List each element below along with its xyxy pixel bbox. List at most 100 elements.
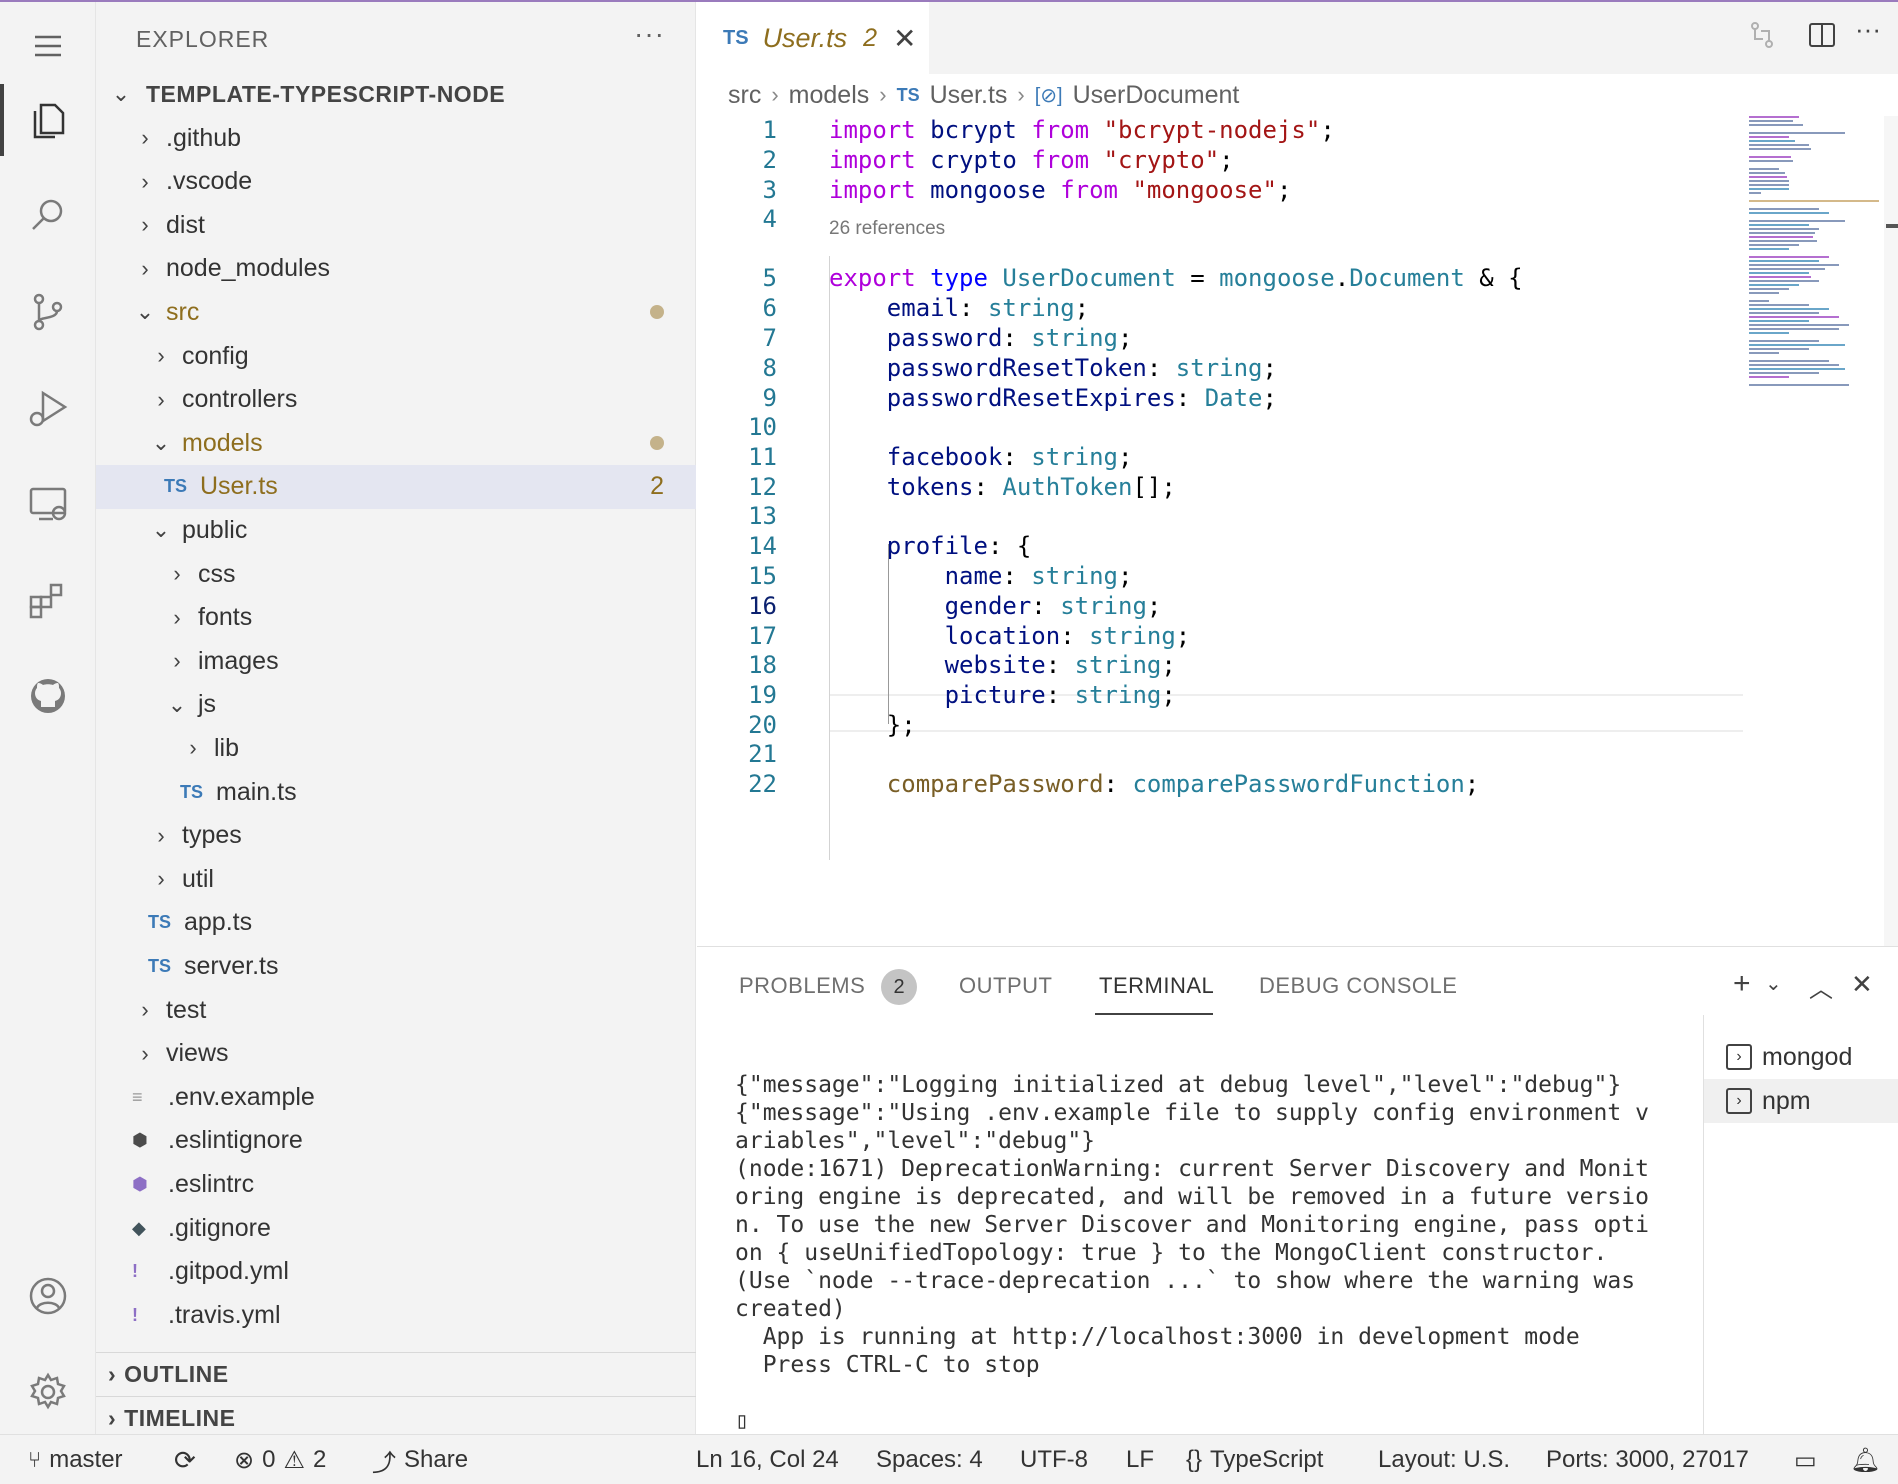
settings-gear-icon[interactable]: [0, 1348, 96, 1436]
tree-item-label: .travis.yml: [168, 1300, 281, 1329]
search-icon[interactable]: [0, 172, 96, 260]
tree-folder[interactable]: › lib: [96, 726, 696, 770]
tab-user-ts[interactable]: TS User.ts 2 ✕: [697, 2, 929, 74]
breadcrumb-symbol[interactable]: UserDocument: [1073, 81, 1240, 110]
minimap-line: [1749, 220, 1845, 222]
tab-debug-console[interactable]: DEBUG CONSOLE: [1259, 973, 1457, 999]
more-actions-icon[interactable]: ···: [634, 18, 665, 50]
tree-folder[interactable]: ⌄ models: [96, 421, 696, 465]
breadcrumb-file[interactable]: User.ts: [930, 81, 1008, 110]
tree-folder[interactable]: › types: [96, 814, 696, 858]
tree-file[interactable]: ! .travis.yml: [96, 1293, 696, 1337]
code-editor[interactable]: 1 2 3 4 5 6 7 8 9 10 11 12 13 14 15 16 17 18 19 20 21 22 26 r…: [697, 116, 1743, 946]
indentation[interactable]: Spaces: 4: [876, 1435, 983, 1484]
branch-indicator[interactable]: ⑂ master: [28, 1435, 123, 1484]
code-line: tokens: AuthToken[];: [886, 473, 1176, 501]
encoding[interactable]: UTF-8: [1020, 1435, 1088, 1484]
breadcrumb-src[interactable]: src: [728, 81, 761, 110]
tree-folder[interactable]: › images: [96, 639, 696, 683]
minimap[interactable]: [1743, 116, 1883, 946]
tree-folder[interactable]: ⌄ js: [96, 683, 696, 727]
tree-file[interactable]: ≡ .env.example: [96, 1075, 696, 1119]
outline-section[interactable]: › OUTLINE: [96, 1352, 696, 1396]
extensions-icon[interactable]: [0, 556, 96, 644]
run-debug-icon[interactable]: [0, 364, 96, 452]
compare-changes-icon[interactable]: [1747, 20, 1777, 57]
tree-file[interactable]: TS server.ts: [96, 944, 696, 988]
close-icon[interactable]: ✕: [893, 22, 916, 55]
end-of-line[interactable]: LF: [1126, 1435, 1154, 1484]
minimap-line: [1749, 244, 1799, 246]
share-button[interactable]: ⤴ Share: [372, 1435, 468, 1484]
tree-item-label: .gitignore: [168, 1213, 271, 1242]
codelens-references[interactable]: 26 references: [829, 218, 945, 240]
tree-item-label: views: [166, 1039, 229, 1068]
close-panel-icon[interactable]: ✕: [1851, 969, 1873, 1000]
notifications-bell-icon[interactable]: 🔔︎: [1850, 1435, 1880, 1484]
tree-folder[interactable]: › css: [96, 552, 696, 596]
editor-scrollbar[interactable]: [1884, 116, 1898, 946]
chevron-down-icon: ⌄: [167, 691, 187, 717]
tree-file[interactable]: ! .gitpod.yml: [96, 1250, 696, 1294]
editor-more-icon[interactable]: ···: [1855, 14, 1881, 45]
breadcrumb-models[interactable]: models: [789, 81, 870, 110]
tree-folder[interactable]: › node_modules: [96, 247, 696, 291]
split-editor-icon[interactable]: [1807, 20, 1837, 57]
tree-folder[interactable]: › views: [96, 1032, 696, 1076]
tree-file[interactable]: ⬢ .eslintignore: [96, 1119, 696, 1163]
chevron-down-icon[interactable]: ⌄: [1765, 971, 1782, 996]
tree-file[interactable]: ◆ .gitignore: [96, 1206, 696, 1250]
ts-file-icon: TS: [180, 781, 204, 802]
minimap-line: [1749, 300, 1769, 302]
tab-terminal[interactable]: TERMINAL: [1099, 973, 1214, 999]
chevron-down-icon: ⌄: [135, 299, 155, 325]
github-icon[interactable]: [0, 652, 96, 740]
maximize-panel-icon[interactable]: ︿: [1809, 969, 1833, 1004]
keyboard-layout[interactable]: Layout: U.S.: [1378, 1435, 1510, 1484]
tree-folder[interactable]: › .vscode: [96, 160, 696, 204]
chevron-right-icon: ›: [771, 82, 779, 107]
tree-item-label: main.ts: [216, 777, 297, 806]
source-control-icon[interactable]: [0, 268, 96, 356]
minimap-line: [1749, 236, 1813, 238]
tree-folder[interactable]: › fonts: [96, 596, 696, 640]
tree-folder[interactable]: › util: [96, 857, 696, 901]
code-line: import mongoose from "mongoose";: [829, 176, 1292, 204]
tree-file[interactable]: TS User.ts 2: [96, 464, 696, 509]
tree-folder[interactable]: › controllers: [96, 378, 696, 422]
tree-folder[interactable]: ⌄ public: [96, 508, 696, 552]
tree-file[interactable]: ⬢ .eslintrc: [96, 1162, 696, 1206]
tree-folder[interactable]: ⌄ src: [96, 290, 696, 334]
tree-item-label: .eslintignore: [168, 1126, 303, 1155]
ports[interactable]: Ports: 3000, 27017: [1546, 1435, 1749, 1484]
sync-icon[interactable]: ⟳: [174, 1435, 196, 1484]
terminal-item-mongod[interactable]: › mongod: [1704, 1035, 1898, 1079]
tree-folder[interactable]: › test: [96, 988, 696, 1032]
tab-output[interactable]: OUTPUT: [959, 973, 1052, 999]
minimap-line: [1749, 256, 1829, 258]
cursor-position[interactable]: Ln 16, Col 24: [696, 1435, 839, 1484]
minimap-line: [1749, 124, 1803, 126]
minimap-line: [1749, 340, 1819, 342]
problems-indicator[interactable]: ⊗ 0 ⚠ 2: [234, 1435, 326, 1484]
terminal-item-npm[interactable]: › npm: [1704, 1079, 1898, 1123]
accounts-icon[interactable]: [0, 1252, 96, 1340]
language-mode[interactable]: {} TypeScript: [1186, 1435, 1323, 1484]
line-number: 8: [762, 354, 777, 382]
tree-folder[interactable]: › .github: [96, 116, 696, 160]
tree-folder[interactable]: › config: [96, 334, 696, 378]
feedback-icon[interactable]: ▭: [1794, 1435, 1817, 1484]
chevron-right-icon: ›: [141, 997, 149, 1022]
new-terminal-icon[interactable]: +: [1733, 967, 1751, 1001]
tree-file[interactable]: TS app.ts: [96, 901, 696, 945]
line-number: 3: [762, 176, 777, 204]
explorer-icon[interactable]: [0, 76, 96, 164]
tree-file[interactable]: TS main.ts: [96, 770, 696, 814]
tree-item-label: node_modules: [166, 254, 331, 283]
remote-explorer-icon[interactable]: [0, 460, 96, 548]
tab-problems[interactable]: PROBLEMS: [739, 973, 865, 999]
workspace-root[interactable]: ⌄ TEMPLATE-TYPESCRIPT-NODE: [96, 72, 696, 116]
terminal-output[interactable]: {"message":"Logging initialized at debug…: [735, 1071, 1665, 1435]
tree-folder[interactable]: › dist: [96, 203, 696, 247]
minimap-line: [1749, 312, 1819, 314]
